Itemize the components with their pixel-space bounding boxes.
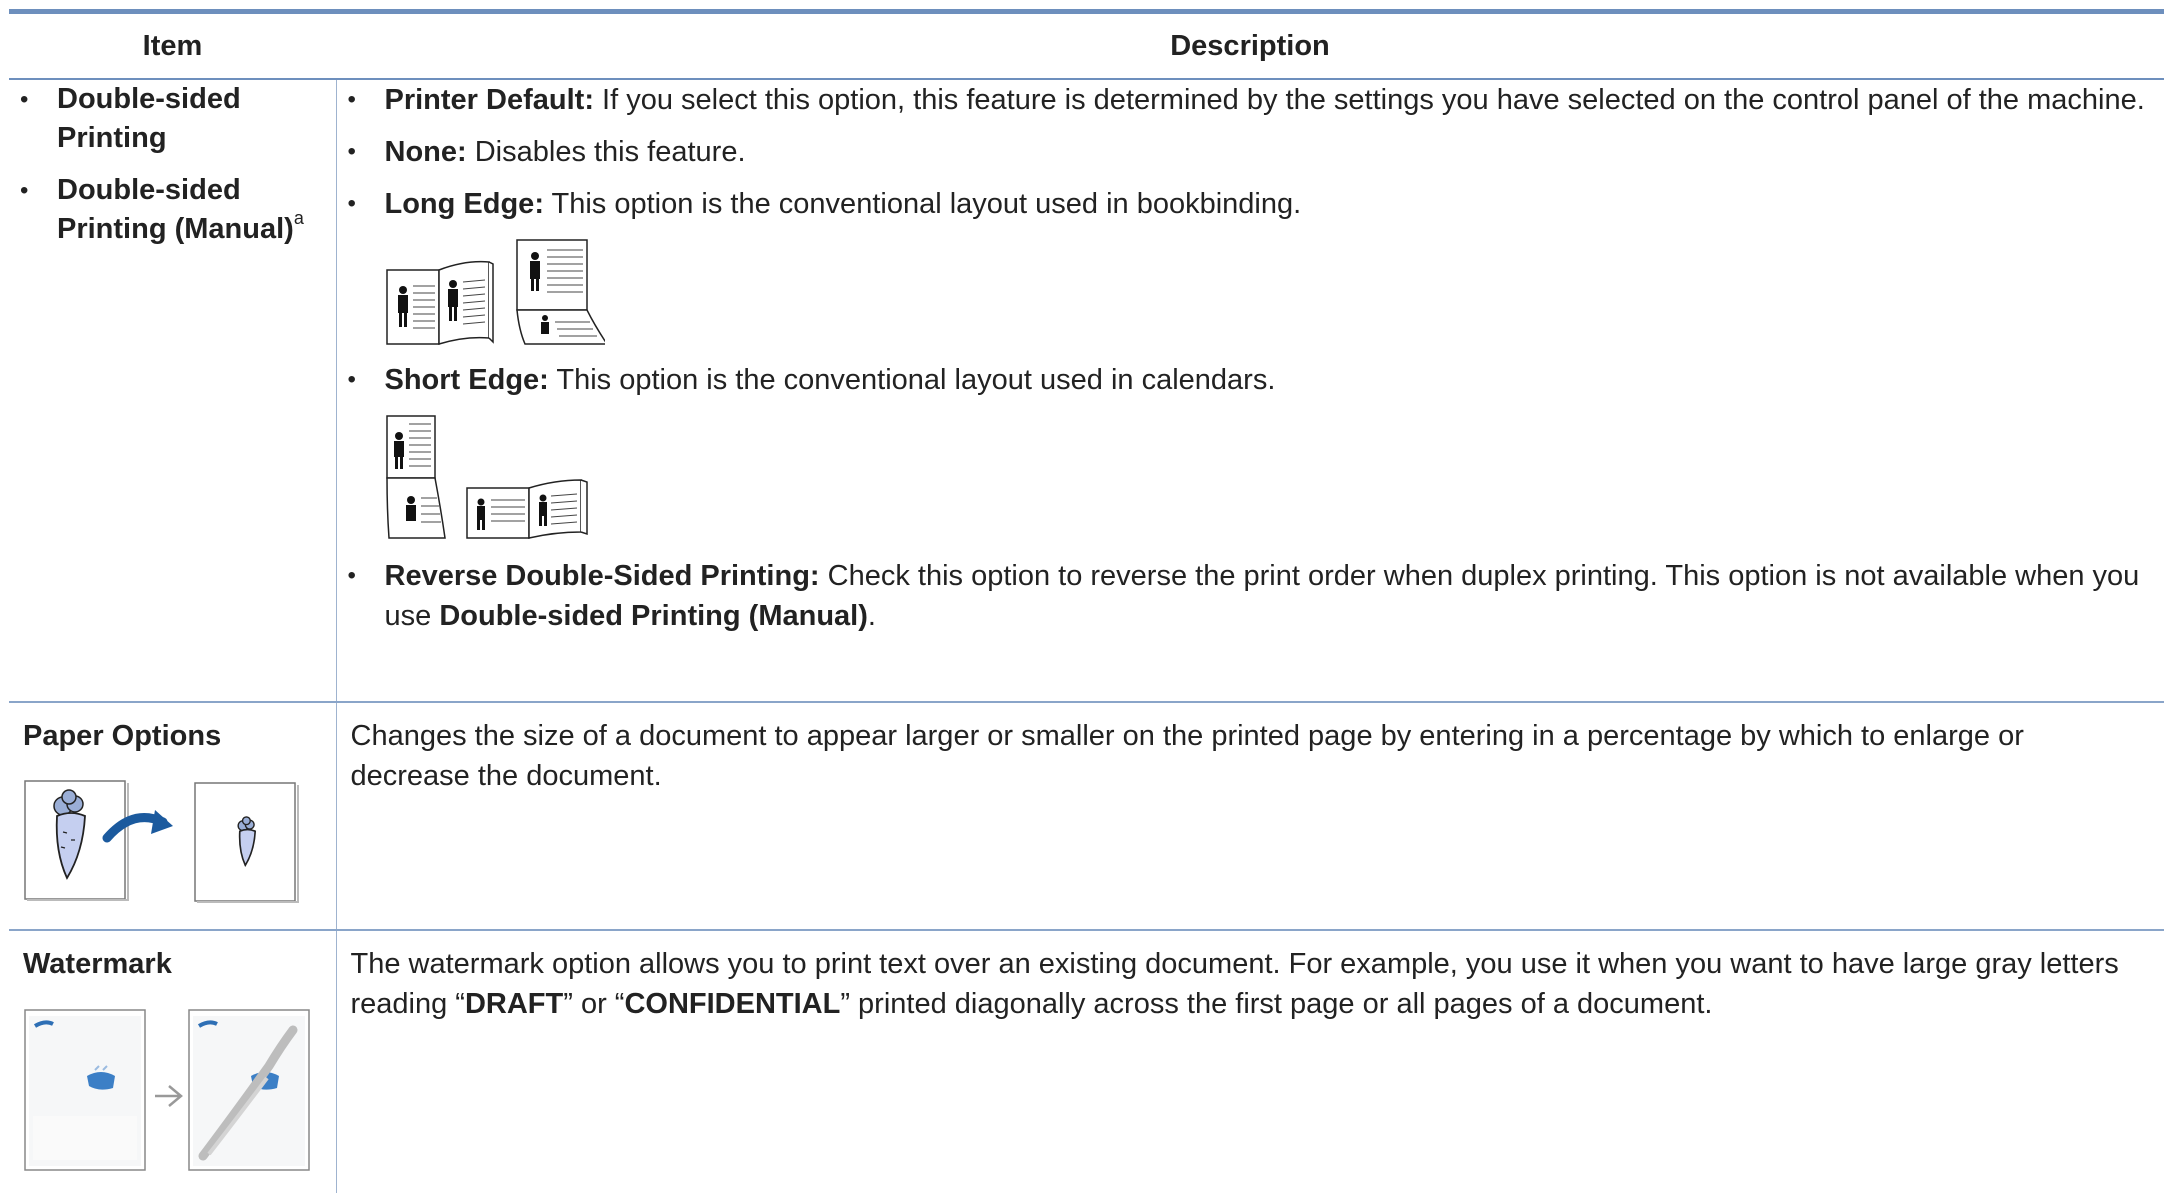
paper-options-illustration [23,778,313,906]
list-item: Double-sided Printing [9,80,336,158]
description-cell: Changes the size of a document to appear… [336,702,2164,930]
description-cell: Printer Default: If you select this opti… [336,79,2164,702]
header-item: Item [9,12,336,80]
desc-part: ” printed diagonally across the first pa… [840,988,1712,1020]
option-text-end: . [868,600,876,632]
draft-term: DRAFT [465,988,563,1020]
table-row-paper-options: Paper Options [9,702,2164,930]
header-description: Description [336,12,2164,80]
short-edge-duplex-icon [385,414,2164,544]
item-label: Watermark [23,948,172,980]
option-reference: Double-sided Printing (Manual) [439,600,868,632]
option-text: If you select this option, this feature … [594,84,2145,116]
item-list: Double-sided Printing Double-sided Print… [9,80,336,249]
item-label: Double-sided Printing (Manual) [57,174,294,245]
description-text: The watermark option allows you to print… [337,931,2164,1024]
table-row-watermark: Watermark [9,930,2164,1193]
item-label: Paper Options [23,720,221,752]
item-cell: Paper Options [9,702,336,930]
list-item: Reverse Double-Sided Printing: Check thi… [337,556,2164,636]
table-header-row: Item Description [9,12,2164,80]
description-text: Changes the size of a document to appear… [337,703,2164,796]
option-term: Long Edge: [385,188,544,220]
list-item: Short Edge: This option is the conventio… [337,360,2164,544]
table-row-double-sided: Double-sided Printing Double-sided Print… [9,79,2164,702]
option-term: None: [385,136,467,168]
footnote-marker: a [294,208,304,228]
options-table-frame: Item Description Double-sided Printing D… [9,9,2164,1191]
option-text: Disables this feature. [467,136,746,168]
short-edge-illustration [385,414,607,544]
watermark-illustration [23,1006,313,1176]
list-item: Double-sided Printing (Manual)a [9,171,336,249]
watermark-pages-icon [23,1006,322,1176]
confidential-term: CONFIDENTIAL [624,988,840,1020]
options-table: Item Description Double-sided Printing D… [9,9,2164,1193]
desc-part: ” or “ [563,988,624,1020]
carrot-scaling-icon [23,778,322,906]
option-text: This option is the conventional layout u… [544,188,1301,220]
option-term: Printer Default: [385,84,594,116]
long-edge-duplex-icon [385,238,2164,348]
item-label: Double-sided Printing [57,83,241,154]
option-term: Short Edge: [385,364,549,396]
item-cell: Double-sided Printing Double-sided Print… [9,79,336,702]
option-list: Printer Default: If you select this opti… [337,80,2164,636]
item-cell: Watermark [9,930,336,1193]
list-item: Long Edge: This option is the convention… [337,184,2164,348]
option-text: This option is the conventional layout u… [549,364,1276,396]
description-cell: The watermark option allows you to print… [336,930,2164,1193]
list-item: None: Disables this feature. [337,132,2164,172]
list-item: Printer Default: If you select this opti… [337,80,2164,120]
long-edge-illustration [385,238,605,348]
option-term: Reverse Double-Sided Printing: [385,560,820,592]
